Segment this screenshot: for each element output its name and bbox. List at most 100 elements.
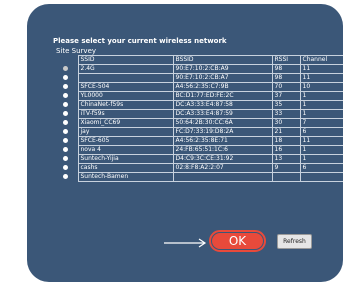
network-select-cell (54, 65, 78, 74)
network-select-cell (54, 137, 78, 146)
network-row[interactable]: 2.4G 90:E7:10:2:CB:A9 98 11 (54, 64, 343, 74)
network-rssi: 18 (271, 136, 301, 146)
network-ssid: nova 4 (77, 145, 174, 155)
network-channel: 1 (299, 145, 343, 155)
network-channel: 1 (299, 109, 343, 119)
network-rssi: 98 (271, 64, 301, 74)
refresh-button[interactable]: Refresh (277, 234, 312, 249)
network-row[interactable]: nova 4 24:FB:65:51:1C:6 16 1 (54, 145, 343, 155)
network-select-cell (54, 146, 78, 155)
network-ssid: Suntech-Bamen (77, 172, 174, 182)
network-rssi: 35 (271, 100, 301, 110)
network-select-cell (54, 101, 78, 110)
network-ssid: cashs (77, 163, 174, 173)
network-select-cell (54, 92, 78, 101)
network-radio-button[interactable] (63, 174, 69, 179)
network-select-cell (54, 155, 78, 164)
network-radio-button[interactable] (63, 66, 69, 71)
column-header-ssid: SSID (77, 55, 174, 65)
network-channel (299, 172, 343, 182)
network-radio-button[interactable] (63, 84, 69, 89)
network-rssi: 21 (271, 127, 301, 137)
network-channel: 11 (299, 73, 343, 83)
network-ssid: SFCE-504 (77, 82, 174, 92)
network-select-cell (54, 83, 78, 92)
network-row[interactable]: SFCE-504 A4:56:2:35:C7:9B 70 10 (54, 82, 343, 92)
network-row[interactable]: SFCE-605 A4:56:2:35:8E:71 18 11 (54, 136, 343, 146)
ok-button[interactable]: OK (209, 230, 266, 252)
network-radio-button[interactable] (63, 156, 69, 161)
network-row[interactable]: YL0000 BC:D1:77:ED:FE:2C 37 1 (54, 91, 343, 101)
network-channel: 7 (299, 118, 343, 128)
network-bssid: A4:56:2:35:C7:9B (172, 82, 273, 92)
network-row[interactable]: 90:E7:10:2:CB:A7 98 11 (54, 73, 343, 83)
network-ssid: SFCE-605 (77, 136, 174, 146)
column-header-rssi: RSSI (271, 55, 301, 65)
network-row[interactable]: jay FC:D7:33:19:D8:2A 21 6 (54, 127, 343, 137)
network-bssid: 90:E7:10:2:CB:A9 (172, 64, 273, 74)
network-bssid: A4:56:2:35:8E:71 (172, 136, 273, 146)
network-ssid: ChinaNet-f59s (77, 100, 174, 110)
network-bssid: BC:D1:77:ED:FE:2C (172, 91, 273, 101)
network-radio-button[interactable] (63, 138, 69, 143)
network-table: SSID BSSID RSSI Channel 2.4G 90:E7:10:2:C… (54, 55, 343, 182)
network-rssi: 37 (271, 91, 301, 101)
network-channel: 11 (299, 136, 343, 146)
network-rssi: 70 (271, 82, 301, 92)
network-bssid: FC:D7:33:19:D8:2A (172, 127, 273, 137)
network-radio-button[interactable] (63, 129, 69, 134)
network-channel: 10 (299, 82, 343, 92)
network-rssi: 33 (271, 109, 301, 119)
network-row[interactable]: cashs 02:8:F8:A2:2:07 9 6 (54, 163, 343, 173)
network-radio-button[interactable] (63, 93, 69, 98)
network-table-container[interactable]: SSID BSSID RSSI Channel 2.4G 90:E7:10:2:C… (54, 55, 343, 200)
arrow-right-icon (164, 238, 207, 248)
network-radio-button[interactable] (63, 120, 69, 125)
network-channel: 1 (299, 154, 343, 164)
network-row[interactable]: iTV-f59s DC:A3:33:E4:87:59 33 1 (54, 109, 343, 119)
network-ssid: 2.4G (77, 64, 174, 74)
network-bssid: DC:A3:33:E4:87:59 (172, 109, 273, 119)
network-channel: 1 (299, 91, 343, 101)
network-bssid: 24:FB:65:51:1C:6 (172, 145, 273, 155)
network-ssid: Xiaomi_CC69 (77, 118, 174, 128)
network-row[interactable]: Xiaomi_CC69 50:64:2B:30:CC:6A 30 7 (54, 118, 343, 128)
network-ssid: iTV-f59s (77, 109, 174, 119)
network-ssid: jay (77, 127, 174, 137)
site-survey-label: Site Survey (56, 47, 97, 55)
wifi-setup-panel: Please select your current wireless netw… (27, 4, 343, 282)
network-bssid: 90:E7:10:2:CB:A7 (172, 73, 273, 83)
network-ssid: Suntech-Yijia (77, 154, 174, 164)
network-radio-button[interactable] (63, 102, 69, 107)
network-rssi: 30 (271, 118, 301, 128)
network-row[interactable]: Suntech-Yijia D4:C9:3C:CE:31:92 13 1 (54, 154, 343, 164)
network-bssid: DC:A3:33:E4:87:58 (172, 100, 273, 110)
network-radio-button[interactable] (63, 165, 69, 170)
network-row[interactable]: Suntech-Bamen (54, 172, 343, 182)
network-row[interactable]: ChinaNet-f59s DC:A3:33:E4:87:58 35 1 (54, 100, 343, 110)
network-radio-button[interactable] (63, 111, 69, 116)
network-channel: 6 (299, 163, 343, 173)
network-channel: 1 (299, 100, 343, 110)
network-bssid (172, 172, 273, 182)
radio-column-header (54, 56, 78, 65)
network-ssid: YL0000 (77, 91, 174, 101)
network-bssid: 02:8:F8:A2:2:07 (172, 163, 273, 173)
network-rows: 2.4G 90:E7:10:2:CB:A9 98 11 90:E7:10:2:CB:A7… (54, 64, 343, 182)
network-radio-button[interactable] (63, 147, 69, 152)
page-heading: Please select your current wireless netw… (53, 37, 227, 45)
network-bssid: 50:64:2B:30:CC:6A (172, 118, 273, 128)
network-select-cell (54, 110, 78, 119)
network-select-cell (54, 164, 78, 173)
ok-button-label: OK (212, 233, 263, 249)
column-header-channel: Channel (299, 55, 343, 65)
network-rssi: 16 (271, 145, 301, 155)
network-select-cell (54, 173, 78, 182)
network-radio-button[interactable] (63, 75, 69, 80)
table-header-row: SSID BSSID RSSI Channel (54, 55, 343, 65)
network-select-cell (54, 119, 78, 128)
network-ssid (77, 73, 174, 83)
network-select-cell (54, 128, 78, 137)
network-channel: 11 (299, 64, 343, 74)
network-rssi (271, 172, 301, 182)
